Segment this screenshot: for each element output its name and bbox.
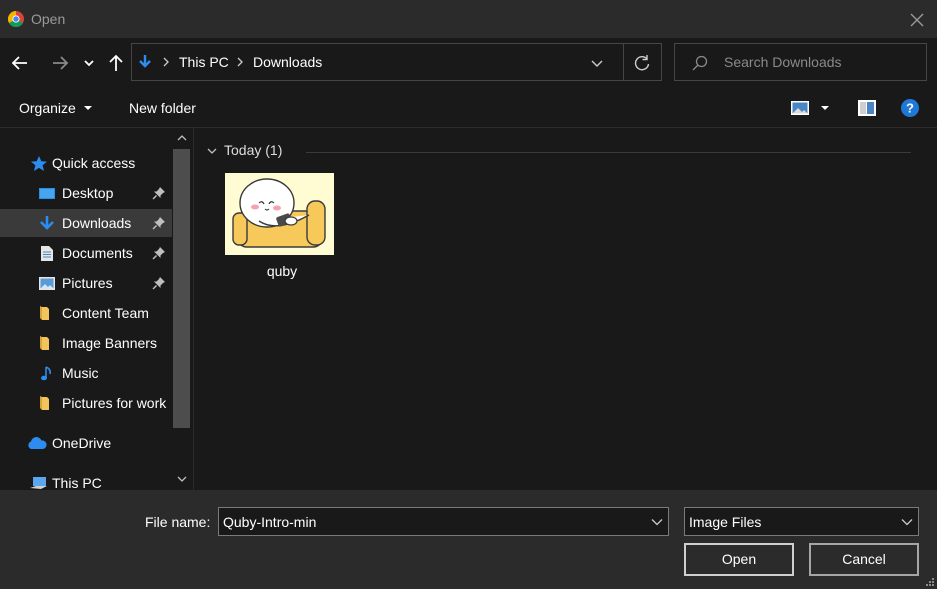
preview-pane-icon[interactable] xyxy=(857,99,877,117)
address-row: This PC Downloads Search Downloads xyxy=(0,38,937,88)
bottom-panel: File name: Quby-Intro-min Image Files Op… xyxy=(0,490,937,589)
scroll-down-icon[interactable] xyxy=(176,474,188,484)
recent-locations-chevron-icon[interactable] xyxy=(80,51,98,75)
quby-thumbnail-illustration xyxy=(225,173,334,255)
nav-label: Music xyxy=(62,365,99,381)
file-item[interactable]: quby xyxy=(222,170,342,288)
close-icon[interactable] xyxy=(906,9,928,31)
pictures-icon xyxy=(39,277,55,290)
nav-item-content-team[interactable]: Content Team xyxy=(0,299,172,327)
search-placeholder[interactable]: Search Downloads xyxy=(724,54,842,70)
organize-button[interactable]: Organize xyxy=(19,100,76,116)
nav-item-documents[interactable]: Documents xyxy=(0,239,172,267)
nav-label: Pictures for work xyxy=(62,395,167,411)
address-bar[interactable]: This PC Downloads xyxy=(131,43,662,81)
file-name: quby xyxy=(266,263,298,279)
nav-label: Downloads xyxy=(62,215,132,231)
view-options-icon[interactable] xyxy=(790,100,810,116)
up-arrow-icon[interactable] xyxy=(104,51,128,75)
music-note-icon xyxy=(41,366,51,381)
nav-item-music[interactable]: Music xyxy=(0,359,172,387)
desktop-icon xyxy=(39,188,55,199)
nav-label: Pictures xyxy=(62,275,113,291)
nav-label: Image Banners xyxy=(62,335,157,351)
nav-label: OneDrive xyxy=(52,435,112,451)
caret-down-icon[interactable] xyxy=(83,104,93,112)
computer-icon xyxy=(30,477,47,489)
nav-label: This PC xyxy=(52,475,102,490)
chevron-down-icon[interactable] xyxy=(206,146,218,156)
pin-icon[interactable] xyxy=(152,186,166,200)
pin-icon[interactable] xyxy=(152,216,166,230)
folder-icon xyxy=(40,306,49,320)
nav-item-image-banners[interactable]: Image Banners xyxy=(0,329,172,357)
group-label: Today (1) xyxy=(224,142,283,158)
forward-arrow-icon[interactable] xyxy=(48,51,72,75)
nav-label: Quick access xyxy=(52,155,136,171)
nav-label: Documents xyxy=(62,245,133,261)
chevron-down-icon[interactable] xyxy=(588,54,606,72)
cloud-icon xyxy=(28,437,47,449)
nav-item-pictures[interactable]: Pictures xyxy=(0,269,172,297)
scrollbar-thumb[interactable] xyxy=(173,149,190,428)
nav-item-this-pc[interactable]: This PC xyxy=(0,469,172,490)
navigation-pane: Quick access Desktop Downloads Documents xyxy=(0,128,193,490)
command-bar: Organize New folder ? xyxy=(0,88,937,128)
star-icon xyxy=(31,156,47,171)
new-folder-button[interactable]: New folder xyxy=(129,100,196,116)
nav-item-onedrive[interactable]: OneDrive xyxy=(0,429,172,457)
breadcrumb-this-pc[interactable]: This PC xyxy=(179,54,229,70)
download-arrow-icon xyxy=(139,55,151,68)
chevron-right-icon[interactable] xyxy=(234,54,246,70)
search-icon xyxy=(692,55,708,71)
nav-item-desktop[interactable]: Desktop xyxy=(0,179,172,207)
nav-label: Content Team xyxy=(62,305,149,321)
nav-item-downloads[interactable]: Downloads xyxy=(0,209,172,237)
file-list: Today (1) quby xyxy=(193,128,937,490)
cancel-button[interactable]: Cancel xyxy=(809,543,919,576)
open-button[interactable]: Open xyxy=(684,543,794,576)
file-type-select[interactable]: Image Files xyxy=(684,507,919,536)
folder-icon xyxy=(40,336,49,350)
group-divider xyxy=(306,152,911,153)
resize-grip-icon[interactable] xyxy=(925,577,935,587)
nav-item-pictures-for-work[interactable]: Pictures for work xyxy=(0,389,172,417)
document-icon xyxy=(41,246,53,261)
folder-icon xyxy=(40,396,49,410)
image-thumbnail xyxy=(225,173,334,255)
download-arrow-icon xyxy=(40,216,54,230)
chevron-down-icon[interactable] xyxy=(651,518,663,526)
caret-down-icon[interactable] xyxy=(820,104,830,112)
pin-icon[interactable] xyxy=(152,276,166,290)
refresh-icon[interactable] xyxy=(632,53,652,73)
chevron-right-icon[interactable] xyxy=(160,54,172,70)
file-type-value[interactable]: Image Files xyxy=(689,514,761,530)
back-arrow-icon[interactable] xyxy=(8,51,32,75)
nav-label: Desktop xyxy=(62,185,114,201)
nav-scrollbar[interactable] xyxy=(172,128,193,490)
breadcrumb-downloads[interactable]: Downloads xyxy=(253,54,322,70)
nav-item-quick-access[interactable]: Quick access xyxy=(0,149,172,177)
scroll-up-icon[interactable] xyxy=(176,133,188,143)
file-name-label: File name: xyxy=(145,514,211,530)
window-title: Open xyxy=(31,11,66,27)
chevron-down-icon[interactable] xyxy=(901,518,913,526)
address-divider xyxy=(623,44,624,80)
pin-icon[interactable] xyxy=(152,246,166,260)
help-icon[interactable]: ? xyxy=(900,98,920,118)
title-bar: Open xyxy=(0,0,937,38)
file-name-value[interactable]: Quby-Intro-min xyxy=(223,514,316,530)
file-name-input[interactable]: Quby-Intro-min xyxy=(218,507,669,536)
chrome-icon xyxy=(8,11,24,27)
search-box[interactable]: Search Downloads xyxy=(674,43,927,81)
svg-text:?: ? xyxy=(906,101,914,116)
group-header-today[interactable]: Today (1) xyxy=(204,142,914,162)
